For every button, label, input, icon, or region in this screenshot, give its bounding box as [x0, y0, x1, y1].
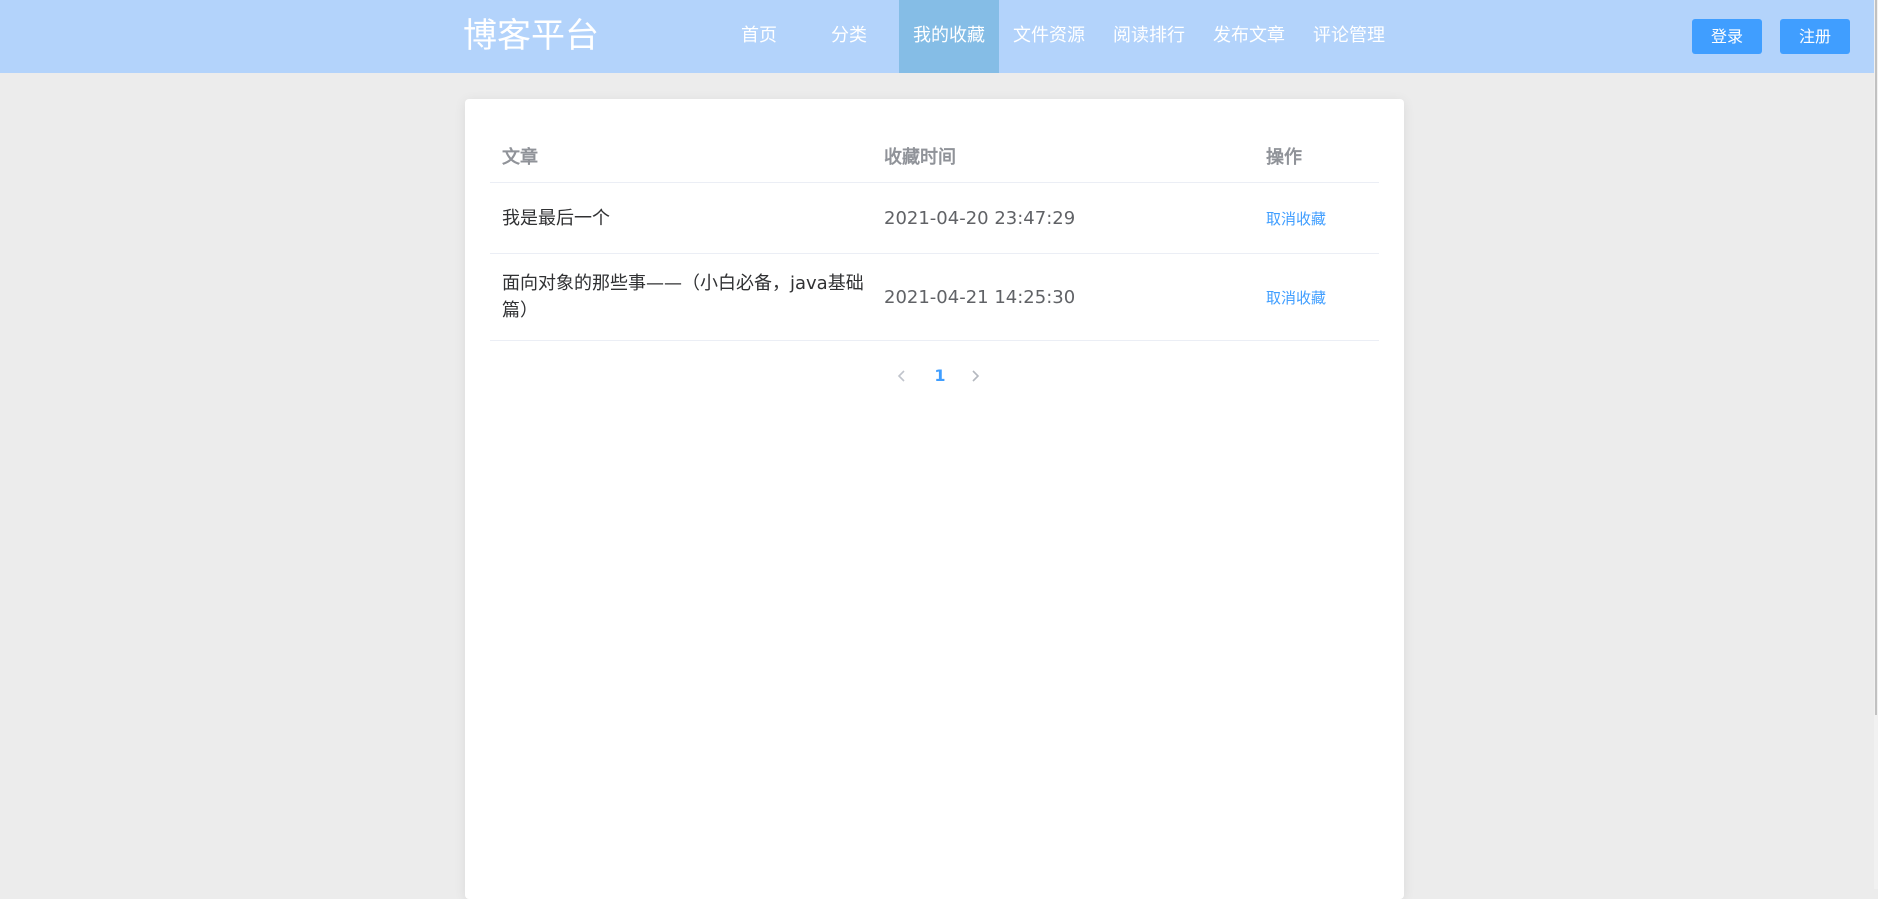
unfavorite-link[interactable]: 取消收藏 [1266, 287, 1326, 308]
chevron-right-icon[interactable] [960, 362, 990, 390]
favorite-time: 2021-04-21 14:25:30 [884, 286, 1076, 308]
favorites-table: 文章 收藏时间 操作 我是最后一个 2021-04-20 23:47:29 取消… [490, 129, 1379, 341]
article-title-text[interactable]: 面向对象的那些事——（小白必备，java基础篇） [502, 270, 872, 324]
nav-item-publish[interactable]: 发布文章 [1199, 0, 1299, 73]
table-row: 面向对象的那些事——（小白必备，java基础篇） 2021-04-21 14:2… [490, 254, 1379, 341]
nav-item-favorites[interactable]: 我的收藏 [899, 0, 999, 73]
favorites-card: 文章 收藏时间 操作 我是最后一个 2021-04-20 23:47:29 取消… [465, 99, 1404, 899]
top-header: 博客平台 首页 分类 我的收藏 文件资源 阅读排行 发布文章 评论管理 登录 注… [0, 0, 1878, 73]
pagination: 1 [465, 362, 1404, 390]
article-title[interactable]: 我是最后一个 [502, 183, 872, 253]
table-header-row: 文章 收藏时间 操作 [490, 129, 1379, 183]
article-title[interactable]: 面向对象的那些事——（小白必备，java基础篇） [502, 254, 872, 340]
table-row: 我是最后一个 2021-04-20 23:47:29 取消收藏 [490, 183, 1379, 254]
article-title-text[interactable]: 我是最后一个 [502, 205, 610, 232]
register-button[interactable]: 注册 [1780, 19, 1850, 54]
column-header-article: 文章 [502, 146, 538, 168]
page-number[interactable]: 1 [925, 362, 955, 390]
nav-item-reading-rank[interactable]: 阅读排行 [1099, 0, 1199, 73]
favorite-time: 2021-04-20 23:47:29 [884, 207, 1076, 229]
nav-item-files[interactable]: 文件资源 [999, 0, 1099, 73]
page-scrollbar-thumb[interactable] [1875, 0, 1877, 715]
login-button[interactable]: 登录 [1692, 19, 1762, 54]
column-header-time: 收藏时间 [884, 146, 956, 168]
action-cell: 取消收藏 [1266, 254, 1376, 340]
brand-logo[interactable]: 博客平台 [463, 14, 599, 58]
nav-item-comments[interactable]: 评论管理 [1299, 0, 1399, 73]
unfavorite-link[interactable]: 取消收藏 [1266, 208, 1326, 229]
column-header-action: 操作 [1266, 146, 1302, 168]
chevron-left-icon[interactable] [887, 362, 917, 390]
action-cell: 取消收藏 [1266, 183, 1376, 253]
nav-item-category[interactable]: 分类 [799, 0, 899, 73]
nav-item-home[interactable]: 首页 [709, 0, 809, 73]
